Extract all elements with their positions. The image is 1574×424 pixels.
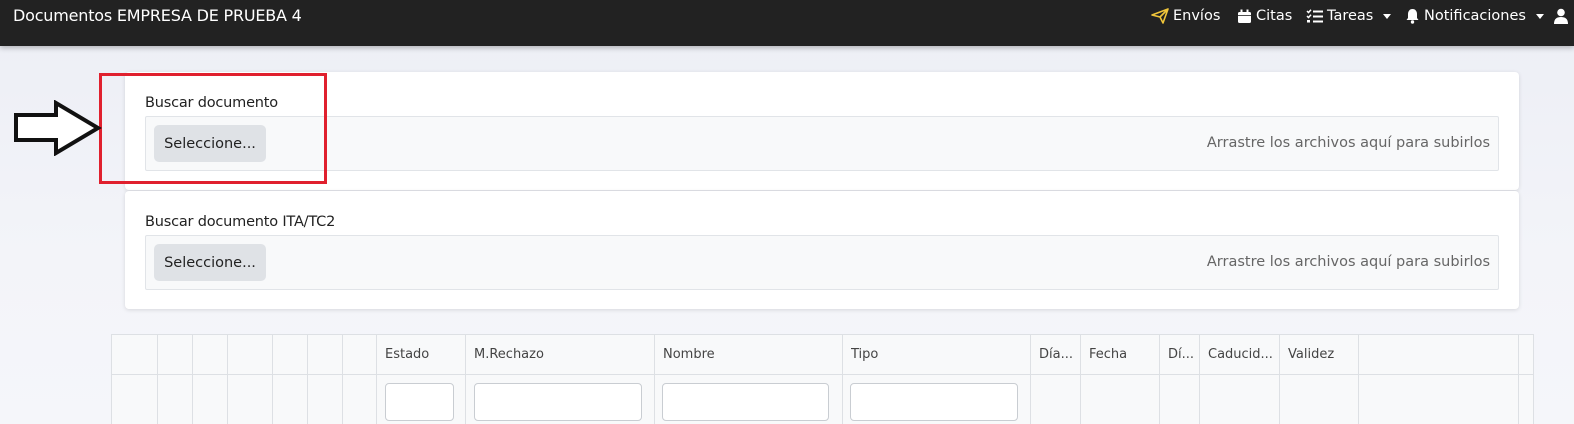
filter-estado-input[interactable]	[385, 383, 454, 421]
dropzone[interactable]: Seleccione... Arrastre los archivos aquí…	[145, 116, 1499, 171]
column-header-dia[interactable]: Día...	[1039, 347, 1079, 362]
column-divider	[842, 335, 843, 424]
upload-card-documento: Buscar documento Seleccione... Arrastre …	[125, 72, 1519, 190]
user-icon	[1554, 8, 1568, 24]
nav-envios[interactable]: Envíos	[1151, 7, 1220, 25]
column-header-validez[interactable]: Validez	[1288, 347, 1356, 362]
nav-tareas[interactable]: Tareas	[1306, 7, 1392, 25]
filter-tipo-input[interactable]	[850, 383, 1018, 421]
nav-citas[interactable]: Citas	[1237, 7, 1292, 25]
column-divider	[376, 335, 377, 424]
task-list-icon	[1306, 9, 1323, 23]
nav-notificaciones-label: Notificaciones	[1424, 8, 1526, 24]
column-header-fecha[interactable]: Fecha	[1089, 347, 1157, 362]
column-divider	[307, 335, 308, 424]
documents-grid: Estado M.Rechazo Nombre Tipo Día... Fech…	[111, 334, 1534, 424]
filter-m-rechazo-input[interactable]	[474, 383, 642, 421]
top-navbar: Documentos EMPRESA DE PRUEBA 4 Envíos Ci…	[0, 0, 1574, 46]
column-header-caducidad[interactable]: Caducid...	[1208, 347, 1278, 362]
select-file-button[interactable]: Seleccione...	[154, 244, 266, 281]
bell-icon	[1406, 9, 1419, 24]
arrow-right-icon	[14, 100, 102, 156]
nav-notificaciones[interactable]: Notificaciones	[1405, 7, 1544, 25]
column-divider	[1159, 335, 1160, 424]
column-header-estado[interactable]: Estado	[385, 347, 463, 362]
column-header-di[interactable]: Dí...	[1168, 347, 1198, 362]
column-header-tipo[interactable]: Tipo	[851, 347, 1027, 362]
app-title: Documentos EMPRESA DE PRUEBA 4	[13, 6, 302, 25]
highlight-box	[99, 73, 327, 184]
column-divider	[342, 335, 343, 424]
drop-hint: Arrastre los archivos aquí para subirlos	[1206, 135, 1490, 151]
column-divider	[227, 335, 228, 424]
column-divider	[1358, 335, 1359, 424]
column-divider	[157, 335, 158, 424]
column-divider	[654, 335, 655, 424]
paper-plane-icon	[1151, 8, 1169, 24]
column-header-m-rechazo[interactable]: M.Rechazo	[474, 347, 652, 362]
column-divider	[465, 335, 466, 424]
column-divider	[192, 335, 193, 424]
upload-card-ita-tc2: Buscar documento ITA/TC2 Seleccione... A…	[125, 191, 1519, 309]
upload-label: Buscar documento ITA/TC2	[145, 214, 336, 230]
column-divider	[1518, 335, 1519, 424]
drop-hint: Arrastre los archivos aquí para subirlos	[1206, 254, 1490, 270]
column-divider	[1199, 335, 1200, 424]
nav-tareas-label: Tareas	[1327, 8, 1374, 24]
column-header-nombre[interactable]: Nombre	[663, 347, 839, 362]
nav-citas-label: Citas	[1256, 8, 1293, 24]
nav-envios-label: Envíos	[1173, 8, 1221, 24]
column-divider	[1080, 335, 1081, 424]
chevron-down-icon	[1535, 13, 1544, 19]
dropzone[interactable]: Seleccione... Arrastre los archivos aquí…	[145, 235, 1499, 290]
column-divider	[1030, 335, 1031, 424]
nav-user[interactable]	[1553, 7, 1569, 25]
column-divider	[272, 335, 273, 424]
chevron-down-icon	[1383, 13, 1392, 19]
calendar-icon	[1238, 9, 1251, 23]
filter-nombre-input[interactable]	[662, 383, 829, 421]
column-divider	[1279, 335, 1280, 424]
